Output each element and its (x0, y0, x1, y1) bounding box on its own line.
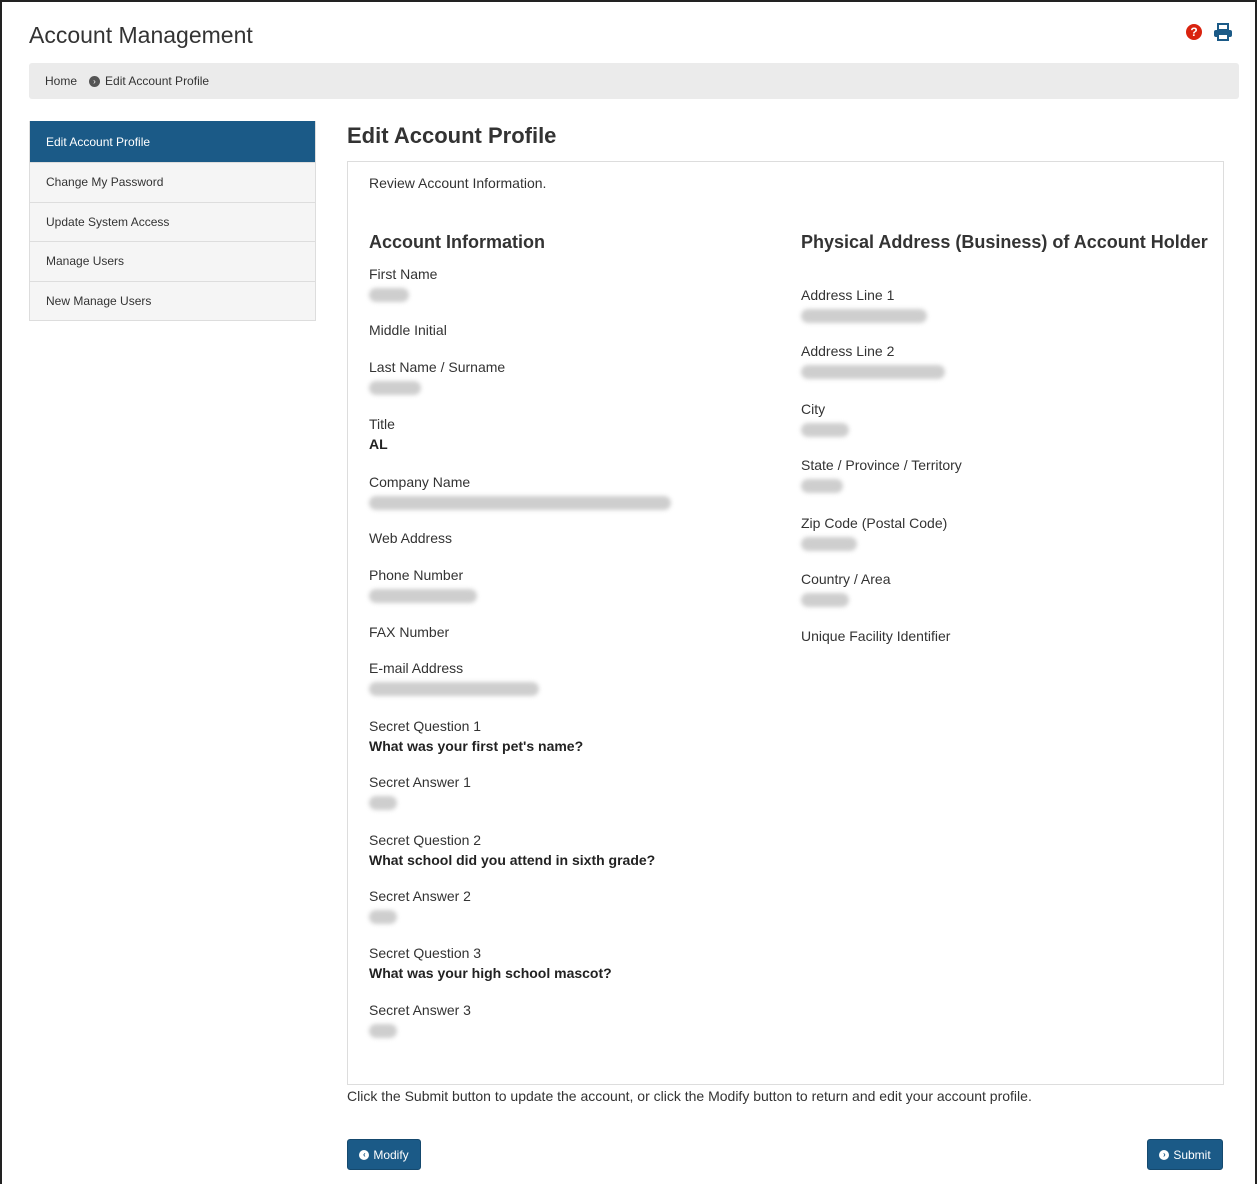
last-name-label: Last Name / Surname (369, 359, 506, 375)
secret-question-2-label: Secret Question 2 (369, 832, 482, 848)
footer-instruction: Click the Submit button to update the ac… (347, 1088, 1032, 1104)
secret-question-2-field: Secret Question 2 What school did you at… (369, 832, 655, 869)
web-address-label: Web Address (369, 530, 453, 546)
secret-answer-1-field: Secret Answer 1 (369, 774, 471, 810)
review-instruction: Review Account Information. (369, 175, 547, 191)
secret-answer-3-value-redacted (369, 1024, 397, 1038)
address-line-2-field: Address Line 2 (801, 343, 945, 379)
secret-answer-1-label: Secret Answer 1 (369, 774, 471, 790)
last-name-field: Last Name / Surname (369, 359, 505, 395)
secret-question-1-field: Secret Question 1 What was your first pe… (369, 718, 583, 755)
email-field: E-mail Address (369, 660, 539, 696)
middle-initial-field: Middle Initial (369, 322, 447, 339)
state-field: State / Province / Territory (801, 457, 962, 493)
chevron-circle-right-icon: › (89, 75, 101, 87)
fax-number-field: FAX Number (369, 624, 449, 641)
unique-facility-identifier-label: Unique Facility Identifier (801, 628, 951, 644)
sidebar-item-change-my-password[interactable]: Change My Password (30, 162, 315, 202)
email-label: E-mail Address (369, 660, 464, 676)
modify-button[interactable]: ‹ Modify (347, 1139, 421, 1170)
secret-question-3-field: Secret Question 3 What was your high sch… (369, 945, 612, 982)
breadcrumb-home[interactable]: Home (45, 74, 77, 88)
chevron-circle-left-icon: ‹ (359, 1149, 370, 1160)
first-name-label: First Name (369, 266, 438, 282)
zip-code-label: Zip Code (Postal Code) (801, 515, 948, 531)
address-line-1-label: Address Line 1 (801, 287, 895, 303)
country-label: Country / Area (801, 571, 891, 587)
title-label: Title (369, 416, 395, 432)
phone-number-label: Phone Number (369, 567, 464, 583)
web-address-field: Web Address (369, 530, 452, 547)
address-line-1-value-redacted (801, 309, 927, 323)
breadcrumb-current: Edit Account Profile (105, 74, 210, 88)
state-value-redacted (801, 479, 843, 493)
title-field: Title AL (369, 416, 395, 453)
first-name-value-redacted (369, 288, 409, 302)
secret-answer-2-field: Secret Answer 2 (369, 888, 471, 924)
secret-answer-3-field: Secret Answer 3 (369, 1002, 471, 1038)
sidebar-item-edit-account-profile[interactable]: Edit Account Profile (30, 121, 315, 162)
company-name-value-redacted (369, 496, 671, 510)
secret-question-3-label: Secret Question 3 (369, 945, 482, 961)
modify-button-label: Modify (373, 1147, 409, 1162)
fax-number-label: FAX Number (369, 624, 450, 640)
unique-facility-identifier-field: Unique Facility Identifier (801, 628, 950, 645)
phone-number-field: Phone Number (369, 567, 477, 603)
city-field: City (801, 401, 849, 437)
submit-button-label: Submit (1173, 1147, 1211, 1162)
submit-button[interactable]: › Submit (1147, 1139, 1223, 1170)
question-circle-icon[interactable]: ? (1186, 24, 1202, 40)
address-line-1-field: Address Line 1 (801, 287, 927, 323)
country-field: Country / Area (801, 571, 891, 607)
zip-code-value-redacted (801, 537, 857, 551)
physical-address-heading: Physical Address (Business) of Account H… (801, 232, 1208, 252)
chevron-circle-right-icon: › (1159, 1149, 1170, 1160)
secret-answer-1-value-redacted (369, 796, 397, 810)
city-value-redacted (801, 423, 849, 437)
breadcrumb: Home › Edit Account Profile (29, 63, 1239, 99)
sidebar-item-new-manage-users[interactable]: New Manage Users (30, 280, 315, 320)
secret-answer-3-label: Secret Answer 3 (369, 1002, 471, 1018)
last-name-value-redacted (369, 381, 421, 395)
secret-question-1-label: Secret Question 1 (369, 718, 482, 734)
email-value-redacted (369, 682, 539, 696)
page-title: Edit Account Profile (347, 123, 557, 148)
secret-question-3-value: What was your high school mascot? (369, 965, 612, 981)
state-label: State / Province / Territory (801, 457, 962, 473)
address-line-2-value-redacted (801, 365, 945, 379)
country-value-redacted (801, 593, 849, 607)
sidebar-item-update-system-access[interactable]: Update System Access (30, 201, 315, 241)
secret-answer-2-value-redacted (369, 910, 397, 924)
first-name-field: First Name (369, 266, 437, 302)
company-name-field: Company Name (369, 474, 671, 510)
app-title: Account Management (29, 22, 253, 48)
secret-question-1-value: What was your first pet's name? (369, 738, 584, 754)
account-information-heading: Account Information (369, 232, 545, 252)
city-label: City (801, 401, 826, 417)
phone-number-value-redacted (369, 589, 477, 603)
print-icon[interactable] (1213, 23, 1233, 41)
address-line-2-label: Address Line 2 (801, 343, 895, 359)
secret-answer-2-label: Secret Answer 2 (369, 888, 471, 904)
sidebar-item-manage-users[interactable]: Manage Users (30, 241, 315, 281)
title-value: AL (369, 436, 388, 452)
zip-code-field: Zip Code (Postal Code) (801, 515, 947, 551)
secret-question-2-value: What school did you attend in sixth grad… (369, 852, 656, 868)
sidebar-nav: Edit Account Profile Change My Password … (29, 121, 316, 321)
company-name-label: Company Name (369, 474, 471, 490)
middle-initial-label: Middle Initial (369, 322, 447, 338)
